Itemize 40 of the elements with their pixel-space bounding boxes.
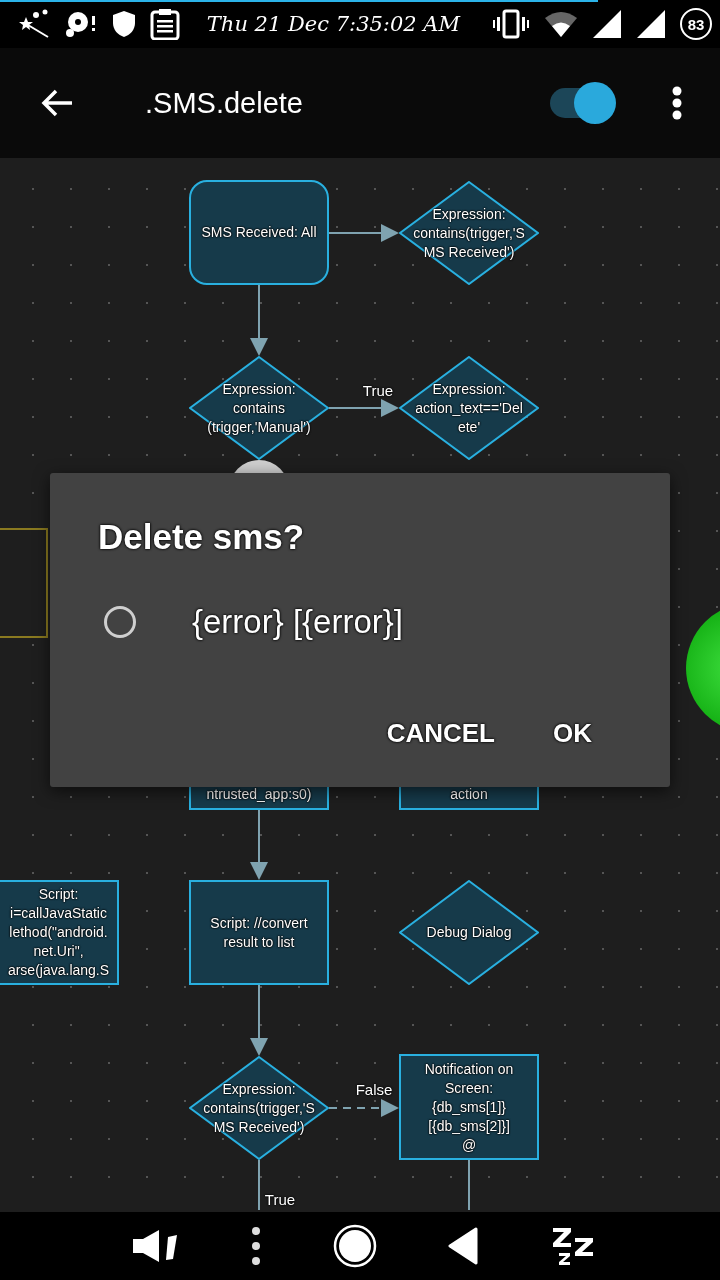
connector-arrow [328, 224, 399, 242]
trigger-node: SMS Received: All [189, 180, 329, 285]
decision-node: Expression: contains(trigger,'S MS Received') [399, 181, 539, 285]
volume-icon[interactable] [130, 1229, 179, 1263]
status-time: Thu 21 Dec 7:35:02 AM [206, 12, 460, 36]
option-label[interactable]: {error} [{error}] [192, 603, 403, 641]
shield-icon [112, 10, 136, 38]
back-icon[interactable] [447, 1227, 480, 1265]
dialog-title: Delete sms? [98, 517, 305, 557]
battery-level: 83 [680, 8, 712, 40]
connector-arrow [328, 1099, 399, 1117]
decision-node: Debug Dialog [399, 880, 539, 985]
action-node: Notification on Screen: {db_sms[1]} [{db_sms[2]}] @ [399, 1054, 539, 1160]
edge-label: True [362, 382, 394, 399]
signal-icon [636, 9, 666, 39]
decision-node: Expression: action_text=='Del ete' [399, 356, 539, 460]
macro-title: .SMS.delete [145, 86, 303, 120]
back-arrow-icon[interactable] [40, 88, 74, 118]
vibrate-icon [492, 9, 530, 39]
more-icon[interactable] [249, 1226, 262, 1266]
wifi-icon [544, 10, 578, 38]
connector-arrow [328, 399, 399, 417]
sleep-icon[interactable] [550, 1225, 595, 1267]
disc-alert-icon [66, 10, 98, 38]
enable-switch[interactable] [550, 82, 616, 124]
signal-icon [592, 9, 622, 39]
connector-arrow [250, 984, 268, 1056]
edge-label: True [264, 1191, 296, 1208]
dialog-button[interactable]: CANCEL [372, 710, 509, 757]
clipboard-icon [150, 8, 180, 40]
decision-node: Expression: contains(trigger,'S MS Received') [189, 1056, 329, 1160]
dialog-button[interactable]: OK [539, 710, 606, 757]
connector-arrow [250, 809, 268, 880]
action-node: Script: //convert result to list [189, 880, 329, 985]
edge-label: False [355, 1081, 393, 1098]
action-node: Script: i=callJavaStatic lethod("android. net.Uri", arse(java.lang.S [0, 880, 119, 985]
radio-button[interactable] [104, 606, 136, 638]
more-options-icon[interactable] [672, 86, 682, 120]
home-icon[interactable] [332, 1224, 377, 1268]
connector-arrow [250, 284, 268, 356]
